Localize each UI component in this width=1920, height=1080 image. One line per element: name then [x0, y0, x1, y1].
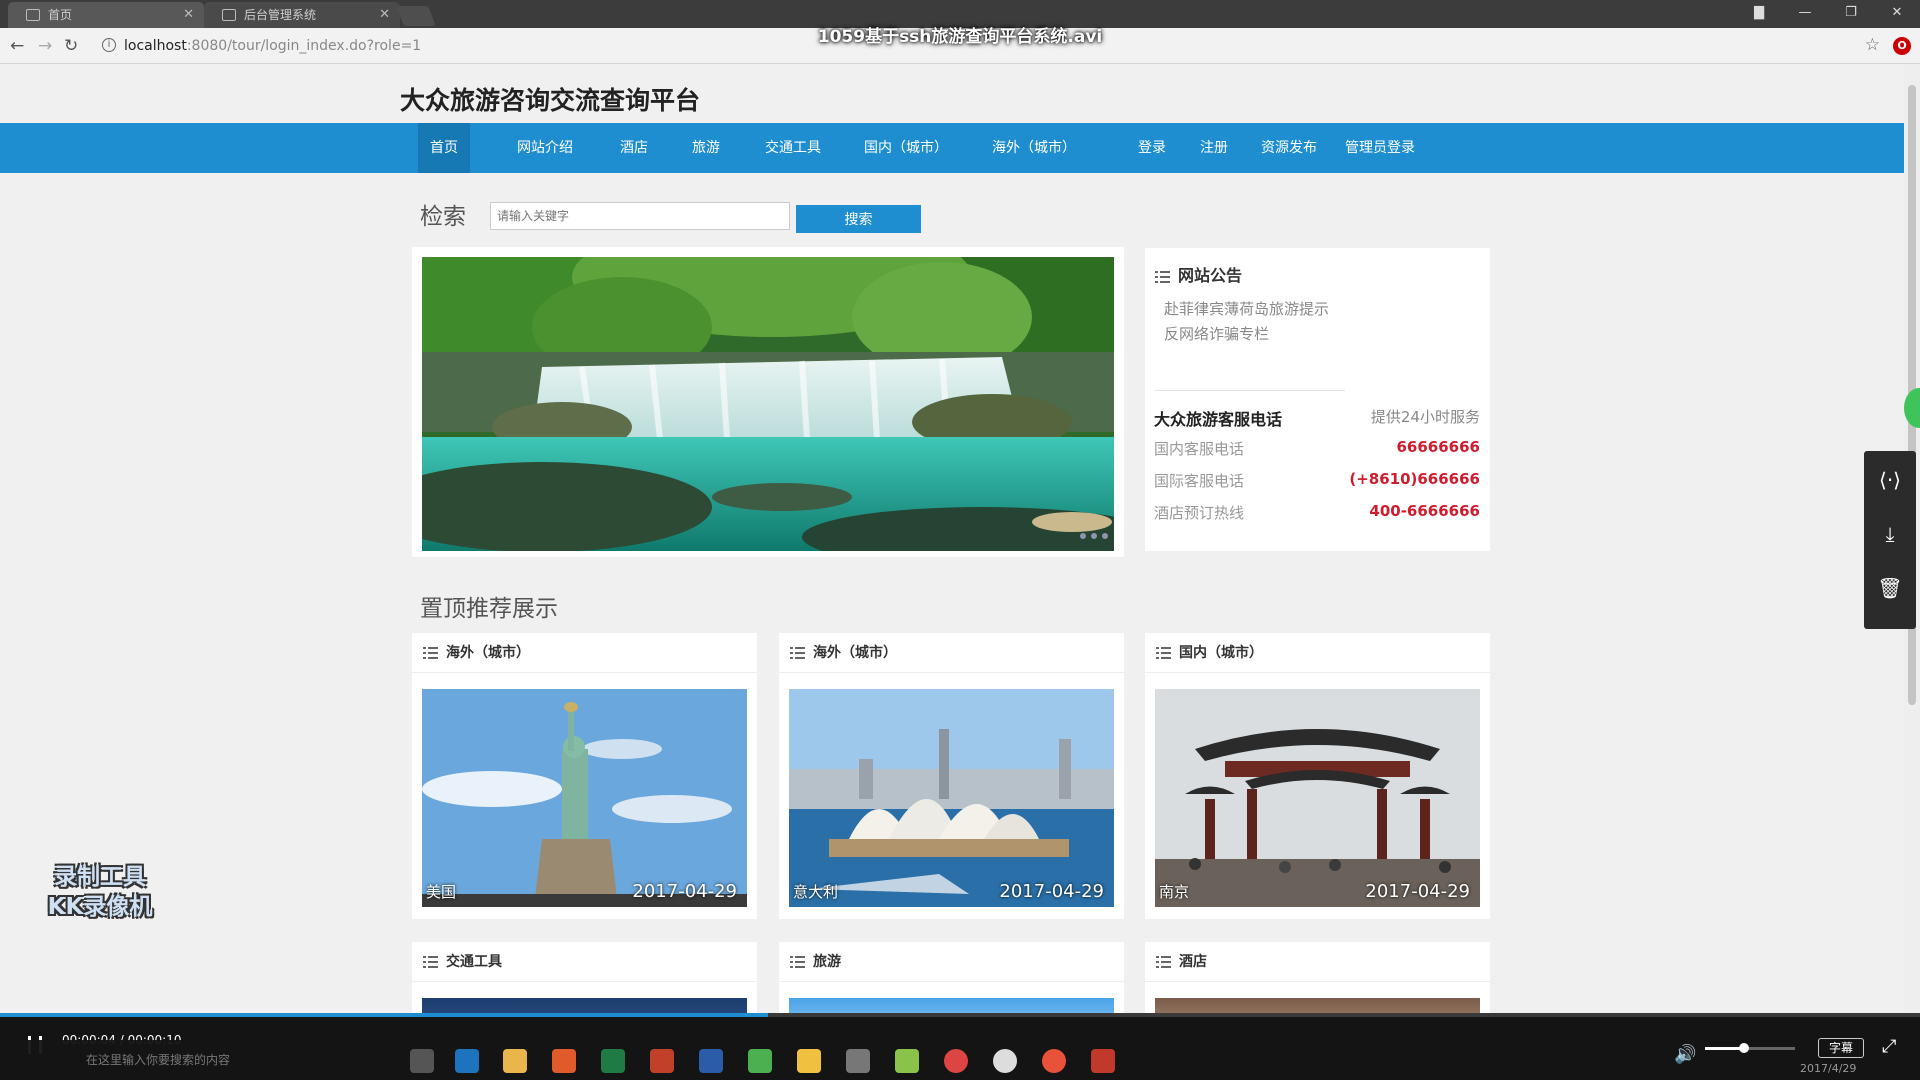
video-title: 1059基于ssh旅游查询平台系统.avi [817, 27, 1103, 47]
list-icon [423, 647, 438, 659]
recommend-card[interactable]: 海外（城市） 意大利 2017-04-29 [779, 633, 1124, 919]
list-icon [790, 647, 805, 659]
watermark-line: KK录像机 [47, 894, 153, 920]
card-caption: 意大利 [793, 883, 839, 901]
app-icon[interactable] [1091, 1049, 1115, 1073]
nav-travel[interactable]: 旅游 [684, 123, 728, 173]
page-icon [222, 9, 236, 21]
card-category: 海外（城市） [446, 645, 530, 661]
taskbar-date: 2017/4/29 [1800, 1062, 1857, 1075]
card-caption: 南京 [1159, 883, 1190, 901]
phone-value: (+8610)666666 [1349, 470, 1480, 488]
tab-label: 后台管理系统 [244, 8, 317, 22]
phone-label: 国际客服电话 [1154, 472, 1245, 490]
card-category: 旅游 [813, 954, 841, 970]
windows-taskbar: 在这里输入你要搜索的内容 [0, 1040, 1920, 1080]
phone-row-domestic: 国内客服电话 66666666 [1154, 438, 1480, 459]
app-icon[interactable] [993, 1049, 1017, 1073]
sydney-opera-house-image[interactable]: 意大利 2017-04-29 [789, 689, 1114, 907]
list-icon [790, 956, 805, 968]
notice-item[interactable]: 反网络诈骗专栏 [1164, 323, 1480, 344]
notice-title: 网站公告 [1178, 266, 1243, 285]
app-icon[interactable] [895, 1049, 919, 1073]
carousel-dots[interactable] [1080, 533, 1108, 539]
phone-label: 酒店预订热线 [1154, 504, 1245, 522]
edge-icon[interactable] [455, 1049, 479, 1073]
powerpoint-icon[interactable] [650, 1049, 674, 1073]
waterfall-image [422, 257, 1114, 551]
phone-label: 国内客服电话 [1154, 440, 1245, 458]
list-icon [1156, 956, 1171, 968]
card-date: 2017-04-29 [1365, 881, 1470, 902]
watermark-line: 录制工具 [54, 864, 146, 890]
nav-about[interactable]: 网站介绍 [508, 123, 582, 173]
volume-slider[interactable] [1705, 1043, 1795, 1053]
card-date: 2017-04-29 [999, 881, 1104, 902]
nav-home[interactable]: 首页 [418, 123, 470, 173]
app-icon[interactable] [1042, 1049, 1066, 1073]
search-input[interactable] [490, 202, 790, 230]
phone-title: 大众旅游客服电话 [1154, 410, 1283, 429]
nav-hotel[interactable]: 酒店 [612, 123, 656, 173]
notice-item[interactable]: 赴菲律宾薄荷岛旅游提示 [1164, 298, 1480, 319]
card-category: 海外（城市） [813, 645, 897, 661]
subtitle-button[interactable]: 字幕 [1818, 1038, 1864, 1058]
card-category: 国内（城市） [1179, 645, 1263, 661]
nav-register[interactable]: 注册 [1192, 123, 1236, 173]
card-caption: 美国 [426, 883, 457, 901]
recommend-card[interactable]: 国内（城市） 南京 2017-04-29 [1145, 633, 1490, 919]
task-view-icon[interactable] [410, 1049, 434, 1073]
search-button[interactable]: 搜索 [796, 205, 921, 233]
nav-transport[interactable]: 交通工具 [758, 123, 828, 173]
excel-icon[interactable] [601, 1049, 625, 1073]
image-carousel[interactable] [412, 247, 1124, 557]
volume-fill [1705, 1047, 1743, 1050]
card-date: 2017-04-29 [632, 881, 737, 902]
fullscreen-icon[interactable]: ⤢ [1882, 1036, 1896, 1057]
phone-row-international: 国际客服电话 (+8610)666666 [1154, 470, 1480, 491]
card-category: 酒店 [1179, 954, 1207, 970]
phone-row-hotel: 酒店预订热线 400-6666666 [1154, 502, 1480, 523]
notice-panel: 网站公告 赴菲律宾薄荷岛旅游提示 反网络诈骗专栏 大众旅游客服电话 提供24小时… [1145, 248, 1490, 551]
chrome-icon[interactable] [944, 1049, 968, 1073]
volume-icon[interactable]: 🔊 [1674, 1044, 1696, 1065]
recorder-watermark: 录制工具 KK录像机 [32, 862, 168, 922]
nav-admin-login[interactable]: 管理员登录 [1340, 123, 1420, 173]
search-label: 检索 [420, 204, 466, 230]
nav-publish[interactable]: 资源发布 [1254, 123, 1324, 173]
site-title: 大众旅游咨询交流查询平台 [400, 86, 701, 115]
player-side-toolbar: ⟨·⟩ ⤓ 🗑 [1864, 451, 1916, 629]
phone-note: 提供24小时服务 [1370, 408, 1480, 426]
firefox-icon[interactable] [552, 1049, 576, 1073]
nav-domestic[interactable]: 国内（城市） [860, 123, 952, 173]
main-nav: 首页 网站介绍 酒店 旅游 交通工具 国内（城市） 海外（城市） 登录 注册 资… [0, 123, 1904, 173]
page-icon [26, 9, 40, 21]
recommend-title: 置顶推荐展示 [420, 596, 558, 622]
statue-of-liberty-image[interactable]: 美国 2017-04-29 [422, 689, 747, 907]
tab-label: 首页 [48, 8, 73, 22]
explorer-icon[interactable] [503, 1049, 527, 1073]
list-icon [423, 956, 438, 968]
delete-icon[interactable]: 🗑 [1864, 563, 1916, 613]
wechat-icon[interactable] [748, 1049, 772, 1073]
phone-value: 66666666 [1396, 438, 1481, 456]
list-icon [1155, 270, 1170, 283]
divider [1155, 390, 1345, 391]
phone-value: 400-6666666 [1369, 502, 1480, 520]
list-icon [1156, 647, 1171, 659]
nanjing-gate-image[interactable]: 南京 2017-04-29 [1155, 689, 1480, 907]
nav-login[interactable]: 登录 [1130, 123, 1174, 173]
nav-overseas[interactable]: 海外（城市） [988, 123, 1080, 173]
share-icon[interactable]: ⟨·⟩ [1864, 455, 1916, 505]
web-page: 大众旅游咨询交流查询平台 首页 网站介绍 酒店 旅游 交通工具 国内（城市） 海… [0, 65, 1904, 1035]
card-category: 交通工具 [446, 954, 502, 970]
recommend-card[interactable]: 海外（城市） 美国 2017-04-29 [412, 633, 757, 919]
word-icon[interactable] [699, 1049, 723, 1073]
app-icon[interactable] [846, 1049, 870, 1073]
download-icon[interactable]: ⤓ [1864, 509, 1916, 559]
app-icon[interactable] [797, 1049, 821, 1073]
taskbar-search[interactable]: 在这里输入你要搜索的内容 [56, 1048, 376, 1072]
